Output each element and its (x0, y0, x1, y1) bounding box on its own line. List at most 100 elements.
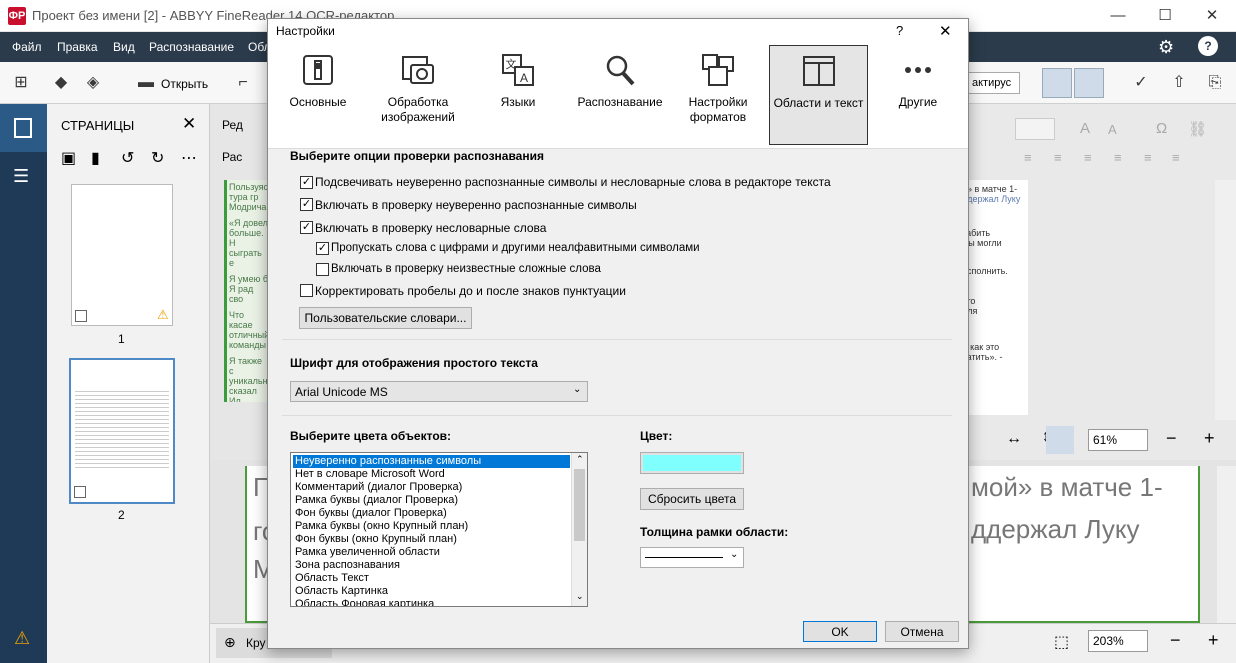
link-icon[interactable]: ⛓ (1188, 120, 1207, 138)
menu-recognition[interactable]: Распознавание (149, 40, 234, 54)
color-picker[interactable] (640, 452, 744, 474)
list-item[interactable]: Рамка увеличенной области (293, 546, 570, 559)
align-left-icon[interactable]: ≡ (1024, 150, 1032, 165)
list-item[interactable]: Нет в словаре Microsoft Word (293, 468, 570, 481)
tab-image-processing[interactable]: Обработка изображений (372, 45, 464, 145)
rotate-right-icon[interactable]: ↻ (151, 148, 164, 168)
page-thumbnail[interactable]: ⚠ (71, 184, 173, 326)
thickness-select[interactable]: ⌄ (640, 547, 744, 568)
recognize-tool[interactable]: Рас (222, 150, 242, 164)
folder-icon[interactable]: ▬ (135, 72, 157, 94)
list-icon[interactable]: ☰ (13, 166, 29, 187)
warning-icon[interactable]: ⚠ (14, 628, 30, 649)
rotate-left-icon[interactable]: ↺ (121, 148, 134, 168)
list-item[interactable]: Зона распознавания (293, 559, 570, 572)
layers-icon[interactable]: ◈ (82, 72, 104, 94)
scan-icon[interactable]: ⌐ (232, 72, 254, 94)
menu-file[interactable]: Файл (12, 40, 42, 54)
edit-image-tool[interactable]: Ред (222, 118, 243, 132)
list-item[interactable]: Область Текст (293, 572, 570, 585)
add-layers-icon[interactable]: ◆ (50, 72, 72, 94)
tab-languages[interactable]: A文 Языки (480, 45, 556, 145)
justify-icon[interactable]: ≡ (1114, 150, 1122, 165)
close-pages-icon[interactable]: ✕ (182, 114, 196, 134)
object-color-list[interactable]: Неуверенно распознанные символы Нет в сл… (290, 452, 588, 607)
zoom-scrollbar[interactable] (1217, 466, 1236, 623)
save-pages-icon[interactable]: ▣ (61, 148, 76, 168)
font-size-field[interactable] (1015, 118, 1055, 140)
image-text-area: Пользуясь тура гр Модрича «Я довел больш… (224, 180, 270, 402)
dialog-close-button[interactable]: ✕ (939, 22, 952, 40)
fit-page-icon[interactable] (1046, 426, 1074, 454)
scroll-down-icon[interactable]: ⌄ (576, 591, 584, 602)
text-scrollbar[interactable] (1215, 180, 1236, 420)
align-right-icon[interactable]: ≡ (1084, 150, 1092, 165)
list-item[interactable]: Рамка буквы (окно Крупный план) (293, 520, 570, 533)
image-view-icon[interactable] (1042, 68, 1072, 98)
more-icon[interactable]: ⋯ (181, 148, 197, 168)
checkbox-nondictionary[interactable]: ✓ (300, 221, 313, 234)
checkbox-highlight[interactable]: ✓ (300, 176, 313, 189)
fit-width-icon[interactable]: ↔ (1006, 430, 1022, 448)
bottom-zoom-in-icon[interactable]: + (1208, 630, 1219, 651)
checkbox-uncertain[interactable]: ✓ (300, 198, 313, 211)
dialog-help-button[interactable]: ? (896, 23, 903, 38)
zoom-dropdown[interactable]: 61% (1088, 429, 1148, 451)
tab-areas-and-text[interactable]: Области и текст (769, 45, 868, 145)
menu-view[interactable]: Вид (113, 40, 135, 54)
new-page-icon[interactable]: ⊞ (10, 72, 32, 94)
export-icon[interactable]: ⇧ (1168, 72, 1190, 94)
image-snippet: Что касае (229, 310, 253, 330)
list-scrollbar[interactable]: ⌃ ⌄ (571, 453, 587, 606)
bottom-zoom-dropdown[interactable]: 203% (1088, 630, 1148, 652)
indent-icon[interactable]: ≡ (1172, 150, 1180, 165)
list-item[interactable]: Область Фоновая картинка (293, 598, 570, 606)
fit-icon[interactable]: ⬚ (1054, 632, 1069, 652)
tab-general[interactable]: Основные (278, 45, 358, 145)
checkbox-punctuation-spaces[interactable] (300, 284, 313, 297)
language-dropdown[interactable]: актирус (968, 72, 1020, 94)
grow-font-icon[interactable]: A (1080, 120, 1090, 137)
ok-button[interactable]: OK (803, 621, 877, 642)
maximize-icon[interactable]: ☐ (1155, 6, 1175, 26)
edit-page-icon (75, 310, 87, 322)
languages-icon: A文 (502, 54, 534, 86)
omega-icon[interactable]: Ω (1156, 120, 1167, 137)
save-export-icon[interactable]: ⎘ (1204, 72, 1226, 94)
zoom-out-icon[interactable]: − (1166, 428, 1177, 449)
minimize-icon[interactable]: — (1108, 6, 1128, 26)
scroll-up-icon[interactable]: ⌃ (576, 454, 584, 465)
checkbox-skip-digits[interactable]: ✓ (316, 242, 329, 255)
list-item[interactable]: Фон буквы (окно Крупный план) (293, 533, 570, 546)
check-document-icon[interactable]: ✓ (1130, 72, 1152, 94)
align-center-icon[interactable]: ≡ (1054, 150, 1062, 165)
list-item[interactable]: Фон буквы (диалог Проверка) (293, 507, 570, 520)
help-icon[interactable]: ? (1198, 36, 1218, 56)
user-dictionaries-button[interactable]: Пользовательские словари... (299, 307, 472, 329)
open-button[interactable]: Открыть (161, 77, 208, 91)
tab-other[interactable]: Другие (880, 45, 956, 145)
text-view-icon[interactable] (1074, 68, 1104, 98)
checkbox-compound-words[interactable] (316, 263, 329, 276)
gear-icon[interactable]: ⚙ (1158, 37, 1174, 58)
reset-colors-button[interactable]: Сбросить цвета (640, 488, 744, 510)
close-window-icon[interactable]: ✕ (1202, 6, 1222, 26)
list-item[interactable]: Рамка буквы (диалог Проверка) (293, 494, 570, 507)
tab-recognition[interactable]: Распознавание (568, 45, 672, 145)
menu-edit[interactable]: Правка (57, 40, 98, 54)
list-format-icon[interactable]: ≡ (1144, 150, 1152, 165)
bottom-zoom-out-icon[interactable]: − (1170, 630, 1181, 651)
zoom-in-icon[interactable]: + (1204, 428, 1215, 449)
page-thumbnail-selected[interactable] (69, 358, 175, 504)
delete-icon[interactable]: ▮ (91, 148, 100, 168)
checkbox-label: Пропускать слова с цифрами и другими неа… (331, 242, 700, 254)
list-item[interactable]: Область Картинка (293, 585, 570, 598)
tab-format-settings[interactable]: Настройки форматов (678, 45, 758, 145)
list-item[interactable]: Комментарий (диалог Проверка) (293, 481, 570, 494)
pages-header: СТРАНИЦЫ (61, 118, 135, 133)
font-select[interactable]: Arial Unicode MS ⌄ (290, 381, 588, 402)
cancel-button[interactable]: Отмена (885, 621, 959, 642)
list-item[interactable]: Неуверенно распознанные символы (293, 455, 570, 468)
shrink-font-icon[interactable]: A (1108, 122, 1117, 137)
scroll-thumb[interactable] (574, 469, 585, 541)
